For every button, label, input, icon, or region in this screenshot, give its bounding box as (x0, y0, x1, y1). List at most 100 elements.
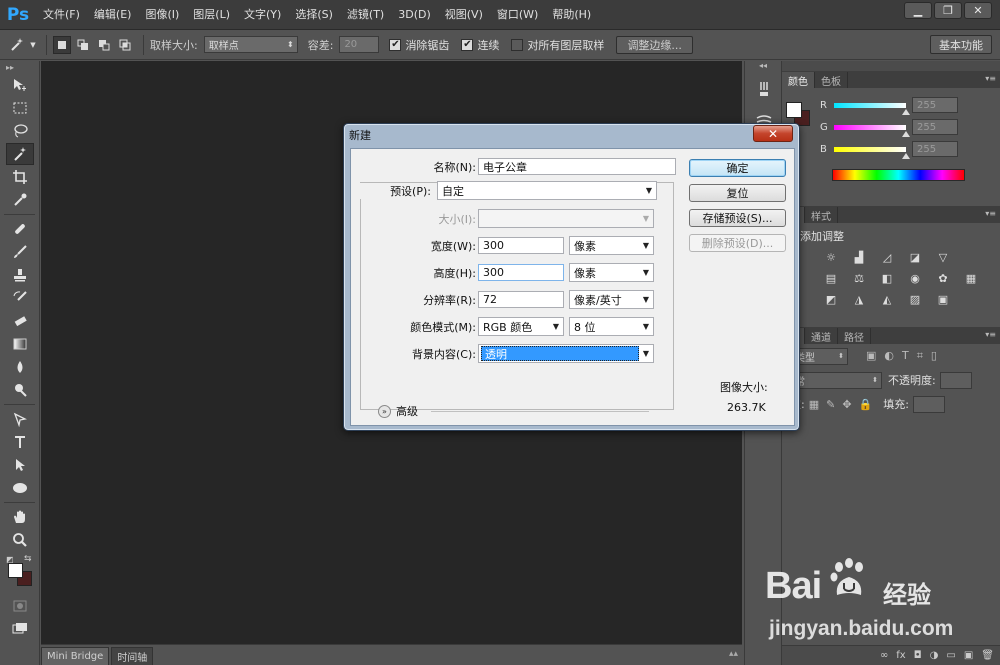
slider-thumb[interactable] (902, 152, 910, 159)
history-brush-tool-icon[interactable] (6, 287, 34, 309)
restore-button[interactable]: ❐ (934, 2, 962, 19)
channel-mixer-icon[interactable]: ✿ (934, 270, 952, 286)
blue-slider[interactable] (834, 146, 910, 159)
lasso-tool-icon[interactable] (6, 120, 34, 142)
group-icon[interactable]: ▭ (946, 650, 955, 661)
black-white-icon[interactable]: ◧ (878, 270, 896, 286)
eyedropper-tool-icon[interactable] (6, 189, 34, 211)
clone-stamp-tool-icon[interactable] (6, 264, 34, 286)
preset-select[interactable]: 自定 ▼ (437, 181, 657, 200)
refine-edge-button[interactable]: 调整边缘... (616, 35, 693, 54)
magic-wand-preset-icon[interactable] (8, 36, 26, 54)
width-input[interactable]: 300 (478, 237, 564, 254)
background-select[interactable]: 透明 ▼ (478, 344, 654, 363)
menu-image[interactable]: 图像(I) (138, 0, 186, 30)
close-window-button[interactable]: ✕ (964, 2, 992, 19)
dialog-close-button[interactable]: ✕ (753, 125, 793, 142)
blur-tool-icon[interactable] (6, 356, 34, 378)
tab-styles[interactable]: 样式 (805, 207, 838, 223)
zoom-tool-icon[interactable] (6, 529, 34, 551)
preset-dropdown-icon[interactable]: ▼ (29, 36, 37, 54)
layer-filter-icons[interactable]: ▣◐T⌗▯ (866, 349, 945, 363)
delete-preset-button[interactable]: 删除预设(D)... (689, 234, 786, 252)
ok-button[interactable]: 确定 (689, 159, 786, 177)
new-selection-icon[interactable] (53, 35, 71, 54)
selective-color-icon[interactable]: ▣ (934, 291, 952, 307)
color-lookup-icon[interactable]: ▦ (962, 270, 980, 286)
advanced-toggle[interactable]: » 高级 (378, 403, 418, 419)
blue-value[interactable]: 255 (912, 141, 958, 157)
tab-color[interactable]: 颜色 (782, 72, 815, 88)
menu-filter[interactable]: 滤镜(T) (340, 0, 391, 30)
brightness-icon[interactable]: ☼ (822, 249, 840, 265)
magic-wand-tool-icon[interactable] (6, 143, 34, 165)
foreground-color-swatch[interactable] (8, 563, 23, 578)
all-layers-checkbox[interactable] (511, 38, 524, 51)
color-spectrum-bar[interactable] (832, 169, 965, 181)
photo-filter-icon[interactable]: ◉ (906, 270, 924, 286)
green-slider[interactable] (834, 124, 910, 137)
exposure-icon[interactable]: ◪ (906, 249, 924, 265)
path-selection-tool-icon[interactable] (6, 454, 34, 476)
pen-tool-icon[interactable] (6, 408, 34, 430)
hue-saturation-icon[interactable]: ▤ (822, 270, 840, 286)
sample-size-select[interactable]: 取样点 ⬍ (203, 36, 298, 53)
panel-menu-icon[interactable]: ▾≡ (985, 74, 996, 83)
trash-icon[interactable]: 🗑 (981, 650, 994, 661)
anti-alias-checkbox[interactable]: ✔ (389, 38, 402, 51)
tab-mini-bridge[interactable]: Mini Bridge (41, 647, 110, 665)
minimize-button[interactable]: ▁ (904, 2, 932, 19)
menu-layer[interactable]: 图层(L) (186, 0, 237, 30)
eraser-tool-icon[interactable] (6, 310, 34, 332)
gradient-tool-icon[interactable] (6, 333, 34, 355)
blend-mode-select[interactable]: 常 ⬍ (790, 371, 882, 389)
tab-timeline[interactable]: 时间轴 (111, 647, 154, 665)
menu-view[interactable]: 视图(V) (438, 0, 490, 30)
layer-mask-icon[interactable]: ◘ (914, 650, 922, 661)
move-tool-icon[interactable] (6, 74, 34, 96)
ellipse-tool-icon[interactable] (6, 477, 34, 499)
hand-tool-icon[interactable] (6, 506, 34, 528)
resolution-input[interactable]: 72 (478, 291, 564, 308)
add-selection-icon[interactable] (74, 36, 92, 54)
collapse-icon[interactable]: ◂◂ (745, 61, 781, 71)
quick-mask-icon[interactable] (6, 595, 34, 617)
resolution-unit-select[interactable]: 像素/英寸 ▼ (569, 290, 654, 309)
tab-swatches[interactable]: 色板 (815, 72, 848, 88)
opacity-input[interactable] (939, 371, 972, 389)
new-layer-icon[interactable]: ▣ (964, 650, 973, 661)
menu-3d[interactable]: 3D(D) (391, 0, 438, 30)
menu-help[interactable]: 帮助(H) (545, 0, 598, 30)
vibrance-icon[interactable]: ▽ (934, 249, 952, 265)
tolerance-input[interactable]: 20 (339, 36, 380, 53)
intersect-selection-icon[interactable] (116, 36, 134, 54)
collapse-icon[interactable]: ▸▸ (0, 61, 39, 73)
height-input[interactable]: 300 (478, 264, 564, 281)
slider-thumb[interactable] (902, 108, 910, 115)
crop-tool-icon[interactable] (6, 166, 34, 188)
reset-button[interactable]: 复位 (689, 184, 786, 202)
width-unit-select[interactable]: 像素 ▼ (569, 236, 654, 255)
menu-window[interactable]: 窗口(W) (490, 0, 545, 30)
invert-icon[interactable]: ◩ (822, 291, 840, 307)
menu-edit[interactable]: 编辑(E) (87, 0, 139, 30)
adjustment-layer-icon[interactable]: ◑ (930, 650, 939, 661)
brush-preset-icon[interactable] (752, 77, 776, 101)
panel-menu-icon[interactable]: ▾≡ (985, 209, 996, 218)
save-preset-button[interactable]: 存储预设(S)... (689, 209, 786, 227)
layer-style-icon[interactable]: fx (896, 650, 905, 661)
color-fg-swatch[interactable] (786, 102, 802, 118)
subtract-selection-icon[interactable] (95, 36, 113, 54)
brush-tool-icon[interactable] (6, 241, 34, 263)
link-layers-icon[interactable]: ∞ (880, 650, 888, 661)
levels-icon[interactable]: ▟ (850, 249, 868, 265)
height-unit-select[interactable]: 像素 ▼ (569, 263, 654, 282)
dodge-tool-icon[interactable] (6, 379, 34, 401)
name-input[interactable]: 电子公章 (478, 158, 676, 175)
red-value[interactable]: 255 (912, 97, 958, 113)
curves-icon[interactable]: ◿ (878, 249, 896, 265)
threshold-icon[interactable]: ◭ (878, 291, 896, 307)
color-balance-icon[interactable]: ⚖ (850, 270, 868, 286)
type-tool-icon[interactable] (6, 431, 34, 453)
green-value[interactable]: 255 (912, 119, 958, 135)
